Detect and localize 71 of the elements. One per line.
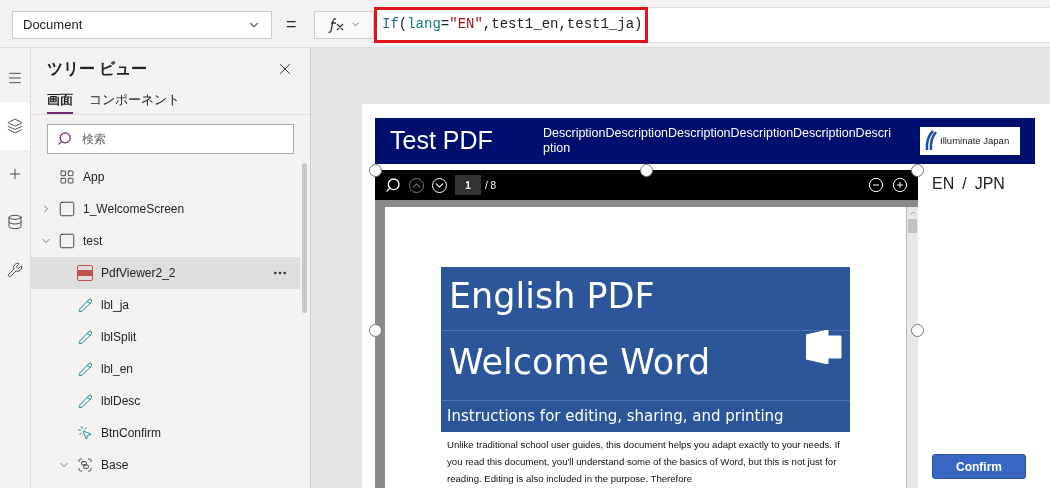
document-paragraph: Unlike traditional school user guides, this document helps you adapt exactly to your needs. If you read this document, you'll understand some of the basics of Word, but this is not just for reading. Editing is also included in the purpose. Therefore [446,438,842,486]
resize-handle[interactable] [369,164,382,177]
edit-label-icon [77,361,93,377]
panel-tab[interactable]: コンポーネント [89,88,180,114]
search-icon [57,131,72,146]
language-option[interactable]: EN [932,172,955,196]
logo-mark-icon [923,130,937,152]
header-title: Test PDF [390,125,494,157]
formula-text: If(lang="EN",test1_en,test1_ja) [382,15,643,34]
layers-icon [7,118,23,134]
tree-item-label: 1_WelcomeScreen [83,201,185,218]
edit-label-icon [77,297,93,313]
page-count: / 8 [485,178,497,193]
wrench-icon [7,262,23,278]
group-icon [77,457,93,473]
scrollbar-thumb[interactable] [908,219,917,233]
tree-item-label: lbl_ja [101,297,130,314]
zoom-in-icon[interactable] [892,177,908,193]
language-separator: / [962,174,967,194]
function-icon [327,16,346,33]
panel-title: ツリー ビュー [47,59,148,79]
tree-item[interactable]: 1_WelcomeScreen [31,193,300,225]
language-option[interactable]: JPN [974,172,1005,196]
tree-item-label: lblDesc [101,393,141,410]
tree-item[interactable]: lblSplit [31,321,300,353]
tree-item-label: lbl_en [101,361,134,378]
resize-handle[interactable] [369,324,382,337]
pdf-scrollbar[interactable] [906,207,918,488]
confirm-button[interactable]: Confirm [932,454,1026,479]
resize-handle[interactable] [911,164,924,177]
tree-item-label: App [83,169,105,186]
tree-item[interactable]: PdfViewer2_2 [31,257,300,289]
formula-field[interactable]: If(lang="EN",test1_en,test1_ja) [374,6,648,43]
property-dropdown[interactable]: Document [12,10,272,39]
scroll-up-icon[interactable] [908,209,917,217]
pdf-file-icon [77,265,93,281]
tree-item-label: BtnConfirm [101,425,162,442]
equals-sign: = [286,13,298,36]
tree-item[interactable]: lblDesc [31,385,300,417]
header-description: DescriptionDescriptionDescriptionDescriptionDescriptionDescription [543,126,893,156]
tree-item[interactable]: test [31,225,300,257]
tree-item[interactable]: Base [31,449,300,481]
tree-item-label: lblSplit [101,329,137,346]
screen-icon [58,232,76,250]
document-title: Welcome Word [449,342,711,382]
edit-label-icon [77,329,93,345]
document-title: English PDF [449,276,655,316]
logo-text: Illuminate Japan [940,133,1010,148]
fx-button[interactable] [314,10,374,39]
tree-item[interactable]: lbl_ja [31,289,300,321]
document-subtitle: Instructions for editing, sharing, and printing [447,406,784,428]
panel-tab[interactable]: 画面 [47,88,73,114]
screen-icon [58,200,76,218]
layers-tab[interactable] [0,102,30,150]
tree-item[interactable]: BtnConfirm [31,417,300,449]
menu-icon [7,70,23,86]
edit-label-icon [77,393,93,409]
zoom-out-icon[interactable] [868,177,884,193]
tree-item[interactable]: App [31,161,300,193]
tree-item-label: test [83,233,103,250]
tree-item-label: PdfViewer2_2 [101,265,176,282]
scrollbar-thumb[interactable] [302,163,307,313]
grid-icon [59,169,75,185]
search-field[interactable]: 検索 [47,124,294,154]
plus-icon [7,166,23,182]
button-click-icon [77,425,93,441]
database-icon [7,214,23,230]
tree-item[interactable]: lbl_en [31,353,300,385]
search-icon[interactable] [385,177,401,193]
tree-item-label: Base [101,457,129,474]
page-number-field[interactable]: 1 [455,175,481,195]
